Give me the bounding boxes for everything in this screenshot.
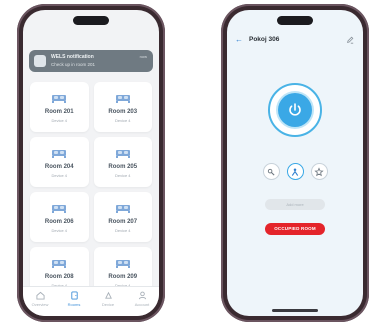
room-card[interactable]: Room 207 Device 4 xyxy=(93,192,152,242)
room-card[interactable]: Room 206 Device 4 xyxy=(30,192,89,242)
room-devices: Device 4 xyxy=(51,173,68,178)
notification-message: Check up in room 201 xyxy=(51,62,96,67)
secondary-button[interactable]: Add more xyxy=(265,199,325,210)
tab-account[interactable]: Account xyxy=(127,291,157,316)
tab-overview[interactable]: Overview xyxy=(25,291,55,316)
room-name: Room 206 xyxy=(44,219,74,225)
room-devices: Device 4 xyxy=(114,118,131,123)
power-control xyxy=(268,83,322,137)
room-card[interactable]: Room 205 Device 4 xyxy=(93,137,152,187)
room-name: Room 205 xyxy=(108,164,138,170)
bed-icon xyxy=(115,260,130,268)
phone-notch xyxy=(277,16,313,25)
tab-label: Device xyxy=(101,302,115,307)
power-button[interactable] xyxy=(278,93,312,127)
bed-icon xyxy=(115,95,130,103)
person-icon xyxy=(138,291,146,300)
notification-banner[interactable]: WELS notification Check up in room 201 n… xyxy=(29,50,153,72)
mode-cleaning-button[interactable] xyxy=(262,163,280,180)
room-card[interactable]: Room 204 Device 4 xyxy=(30,137,89,187)
room-devices: Device 4 xyxy=(51,228,68,233)
room-devices: Device 4 xyxy=(51,118,68,123)
top-bar: ← Pokoj 306 xyxy=(227,35,363,49)
rooms-screen: WELS notification Check up in room 201 n… xyxy=(23,10,159,316)
bottom-tab-bar: Overview Rooms Device Account xyxy=(23,286,159,316)
room-detail-screen: ← Pokoj 306 Add more OCCUPIED ROOM xyxy=(227,10,363,316)
tab-label: Rooms xyxy=(67,302,81,307)
bed-icon xyxy=(52,95,67,103)
room-name: Room 204 xyxy=(44,164,74,170)
occupied-room-button[interactable]: OCCUPIED ROOM xyxy=(265,223,325,235)
person-icon xyxy=(291,167,299,176)
room-name: Room 208 xyxy=(44,274,74,280)
tab-label: Account xyxy=(134,302,150,307)
room-devices: Device 4 xyxy=(114,173,131,178)
mode-buttons xyxy=(227,163,363,180)
bed-icon xyxy=(52,150,67,158)
bed-icon xyxy=(52,205,67,213)
page-title: Pokoj 306 xyxy=(249,36,280,43)
phone-frame-left: WELS notification Check up in room 201 n… xyxy=(17,4,165,322)
room-name: Room 207 xyxy=(108,219,138,225)
room-grid: Room 201 Device 4 Room 203 Device 4 Room… xyxy=(30,82,152,297)
bed-icon xyxy=(115,150,130,158)
room-card[interactable]: Room 203 Device 4 xyxy=(93,82,152,132)
device-icon xyxy=(104,291,112,299)
power-icon xyxy=(289,103,301,116)
tab-device[interactable]: Device xyxy=(93,291,123,316)
room-card[interactable]: Room 201 Device 4 xyxy=(30,82,89,132)
room-name: Room 209 xyxy=(108,274,138,280)
arrow-left-icon[interactable]: ← xyxy=(235,35,243,44)
phone-frame-right: ← Pokoj 306 Add more OCCUPIED ROOM xyxy=(221,4,369,322)
mode-star-button[interactable] xyxy=(310,163,328,180)
bed-icon xyxy=(115,205,130,213)
mode-person-button[interactable] xyxy=(286,163,304,180)
star-icon xyxy=(314,167,324,176)
room-name: Room 203 xyxy=(108,109,138,115)
notification-title: WELS notification xyxy=(51,54,94,60)
door-icon xyxy=(70,291,78,300)
cleaning-icon xyxy=(267,168,275,176)
edit-icon[interactable] xyxy=(346,36,354,44)
notification-time: now xyxy=(139,54,147,59)
tab-label: Overview xyxy=(31,302,49,307)
home-icon xyxy=(35,291,45,300)
tab-rooms[interactable]: Rooms xyxy=(59,291,89,316)
room-devices: Device 4 xyxy=(114,228,131,233)
bed-icon xyxy=(52,260,67,268)
app-icon xyxy=(34,55,46,67)
room-name: Room 201 xyxy=(44,109,74,115)
phone-notch xyxy=(73,16,109,25)
home-indicator xyxy=(272,309,318,312)
